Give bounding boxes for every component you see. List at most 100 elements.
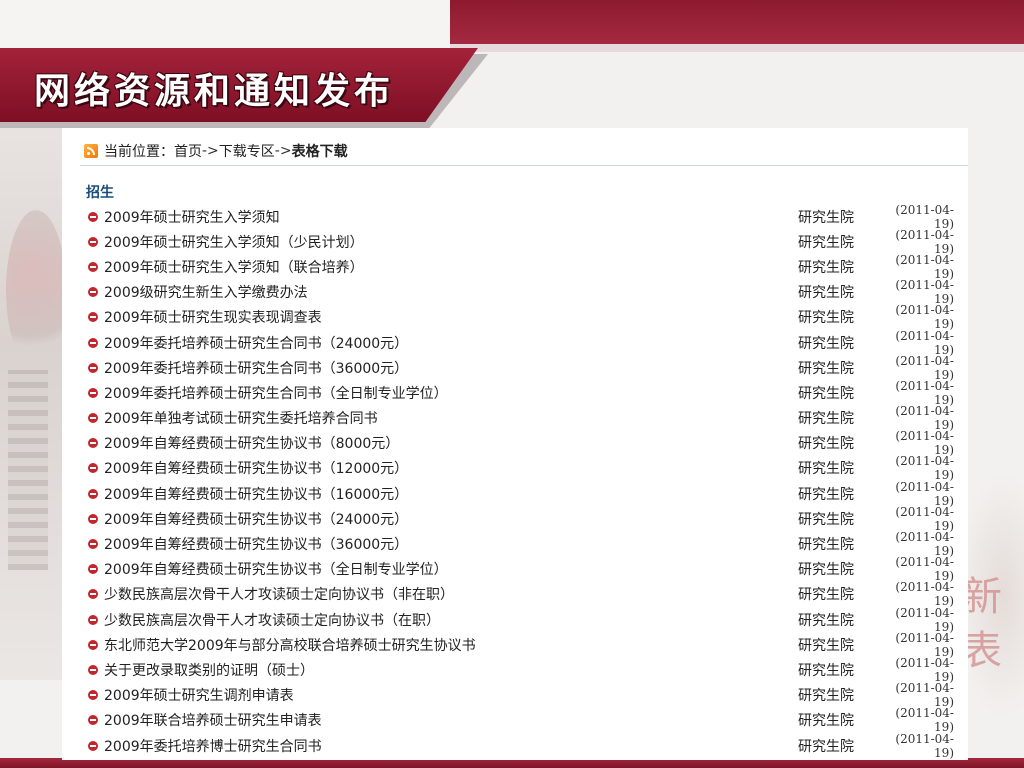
download-list: 2009年硕士研究生入学须知 研究生院 (2011-04-19) 2009年硕士研究… — [88, 202, 954, 760]
download-link[interactable]: 少数民族高层次骨干人才攻读硕士定向协议书（非在职） — [104, 584, 798, 604]
bullet-icon — [88, 362, 98, 373]
date-label: (2011-04-19) — [895, 303, 954, 332]
bullet-icon — [88, 488, 98, 499]
department-label: 研究生院 — [798, 713, 854, 730]
background-building — [8, 370, 48, 570]
department-label: 研究生院 — [798, 209, 854, 226]
download-link[interactable]: 2009年自筹经费硕士研究生协议书（36000元） — [104, 534, 798, 554]
download-link[interactable]: 2009年单独考试硕士研究生委托培养合同书 — [104, 408, 798, 428]
date-label: (2011-04-19) — [895, 404, 954, 433]
date-label: (2011-04-19) — [895, 580, 954, 609]
bullet-icon — [88, 312, 98, 323]
download-link[interactable]: 2009年委托培养博士研究生合同书 — [104, 736, 798, 756]
date-label: (2011-04-19) — [895, 605, 954, 634]
date-label: (2011-04-19) — [895, 378, 954, 407]
download-link[interactable]: 关于更改录取类别的证明（硕士） — [104, 660, 798, 680]
date-label: (2011-04-19) — [895, 227, 954, 256]
bullet-icon — [88, 639, 98, 650]
download-link[interactable]: 2009年联合培养硕士研究生申请表 — [104, 710, 798, 730]
department-label: 研究生院 — [798, 436, 854, 453]
department-label: 研究生院 — [798, 562, 854, 579]
bullet-icon — [88, 690, 98, 701]
download-link[interactable]: 少数民族高层次骨干人才攻读硕士定向协议书（在职） — [104, 610, 798, 630]
download-link[interactable]: 2009年硕士研究生入学须知（联合培养） — [104, 257, 798, 277]
download-link[interactable]: 2009级研究生新生入学缴费办法 — [104, 282, 798, 302]
list-item: 2009年单独考试硕士研究生委托培养合同书 研究生院 (2011-04-19) — [88, 404, 954, 433]
download-link[interactable]: 2009年硕士研究生入学须知 — [104, 207, 798, 227]
list-item: 2009年硕士研究生入学须知（少民计划） 研究生院 (2011-04-19) — [88, 227, 954, 256]
rss-icon — [84, 144, 98, 158]
department-label: 研究生院 — [798, 335, 854, 352]
bullet-icon — [88, 513, 98, 524]
list-item: 2009年联合培养硕士研究生申请表 研究生院 (2011-04-19) — [88, 706, 954, 735]
date-label: (2011-04-19) — [895, 706, 954, 735]
download-link[interactable]: 2009年自筹经费硕士研究生协议书（12000元） — [104, 458, 798, 478]
download-link[interactable]: 2009年委托培养硕士研究生合同书（全日制专业学位） — [104, 383, 798, 403]
list-item: 2009年委托培养硕士研究生合同书（36000元） 研究生院 (2011-04-19… — [88, 354, 954, 382]
bullet-icon — [88, 261, 98, 272]
list-item: 关于更改录取类别的证明（硕士） 研究生院 (2011-04-19) — [88, 655, 954, 684]
date-label: (2011-04-19) — [895, 278, 954, 307]
list-item: 东北师范大学2009年与部分高校联合培养硕士研究生协议书 研究生院 (2011-04… — [88, 630, 954, 659]
department-label: 研究生院 — [798, 385, 854, 402]
bullet-icon — [88, 589, 98, 600]
breadcrumb-separator: -> — [202, 143, 219, 159]
breadcrumb: 当前位置： 首页 -> 下载专区 -> 表格下载 — [84, 141, 348, 161]
section-title: 招生 — [86, 185, 114, 201]
download-link[interactable]: 2009年自筹经费硕士研究生协议书（全日制专业学位） — [104, 559, 798, 579]
download-link[interactable]: 2009年自筹经费硕士研究生协议书（8000元） — [104, 433, 798, 453]
breadcrumb-download[interactable]: 下载专区 — [219, 141, 275, 161]
download-link[interactable]: 2009年委托培养硕士研究生合同书（24000元） — [104, 333, 798, 353]
bullet-icon — [88, 438, 98, 449]
department-label: 研究生院 — [798, 360, 854, 377]
department-label: 研究生院 — [798, 511, 854, 528]
department-label: 研究生院 — [798, 738, 854, 755]
list-item: 2009年硕士研究生调剂申请表 研究生院 (2011-04-19) — [88, 681, 954, 710]
bullet-icon — [88, 614, 98, 625]
list-item: 2009年硕士研究生入学须知（联合培养） 研究生院 (2011-04-19) — [88, 252, 954, 281]
department-label: 研究生院 — [798, 310, 854, 327]
department-label: 研究生院 — [798, 234, 854, 251]
top-brand-stripe — [450, 0, 1024, 44]
list-item: 2009年硕士研究生现实表现调查表 研究生院 (2011-04-19) — [88, 303, 954, 332]
date-label: (2011-04-19) — [895, 252, 954, 281]
download-link[interactable]: 2009年委托培养硕士研究生合同书（36000元） — [104, 358, 798, 378]
download-link[interactable]: 2009年自筹经费硕士研究生协议书（16000元） — [104, 484, 798, 504]
bullet-icon — [88, 287, 98, 298]
list-item: 2009年自筹经费硕士研究生协议书（36000元） 研究生院 (2011-04-19… — [88, 530, 954, 558]
divider — [80, 165, 968, 166]
page-title: 网络资源和通知发布 — [34, 70, 395, 112]
title-banner: 网络资源和通知发布 — [0, 48, 488, 128]
department-label: 研究生院 — [798, 285, 854, 302]
date-label: (2011-04-19) — [895, 202, 954, 231]
date-label: (2011-04-19) — [895, 630, 954, 659]
list-item: 少数民族高层次骨干人才攻读硕士定向协议书（非在职） 研究生院 (2011-04-19… — [88, 580, 954, 609]
top-stripe-underline — [450, 44, 1024, 52]
bullet-icon — [88, 387, 98, 398]
list-item: 2009年委托培养博士研究生合同书 研究生院 (2011-04-19) — [88, 732, 954, 760]
date-label: (2011-04-19) — [895, 681, 954, 710]
breadcrumb-home[interactable]: 首页 — [174, 141, 202, 161]
breadcrumb-prefix: 当前位置： — [104, 144, 174, 160]
download-link[interactable]: 东北师范大学2009年与部分高校联合培养硕士研究生协议书 — [104, 635, 798, 655]
download-link[interactable]: 2009年硕士研究生调剂申请表 — [104, 685, 798, 705]
list-item: 2009年委托培养硕士研究生合同书（24000元） 研究生院 (2011-04-19… — [88, 328, 954, 357]
date-label: (2011-04-19) — [895, 655, 954, 684]
background-stone-text: 新 表 — [962, 574, 1002, 674]
date-label: (2011-04-19) — [895, 479, 954, 508]
department-label: 研究生院 — [798, 537, 854, 554]
department-label: 研究生院 — [798, 259, 854, 276]
download-link[interactable]: 2009年硕士研究生现实表现调查表 — [104, 307, 798, 327]
bullet-icon — [88, 664, 98, 675]
department-label: 研究生院 — [798, 411, 854, 428]
date-label: (2011-04-19) — [895, 555, 954, 584]
bullet-icon — [88, 236, 98, 247]
date-label: (2011-04-19) — [895, 328, 954, 357]
download-link[interactable]: 2009年硕士研究生入学须知（少民计划） — [104, 232, 798, 252]
bullet-icon — [88, 463, 98, 474]
date-label: (2011-04-19) — [895, 504, 954, 533]
date-label: (2011-04-19) — [895, 429, 954, 458]
download-link[interactable]: 2009年自筹经费硕士研究生协议书（24000元） — [104, 509, 798, 529]
department-label: 研究生院 — [798, 461, 854, 478]
bullet-icon — [88, 564, 98, 575]
